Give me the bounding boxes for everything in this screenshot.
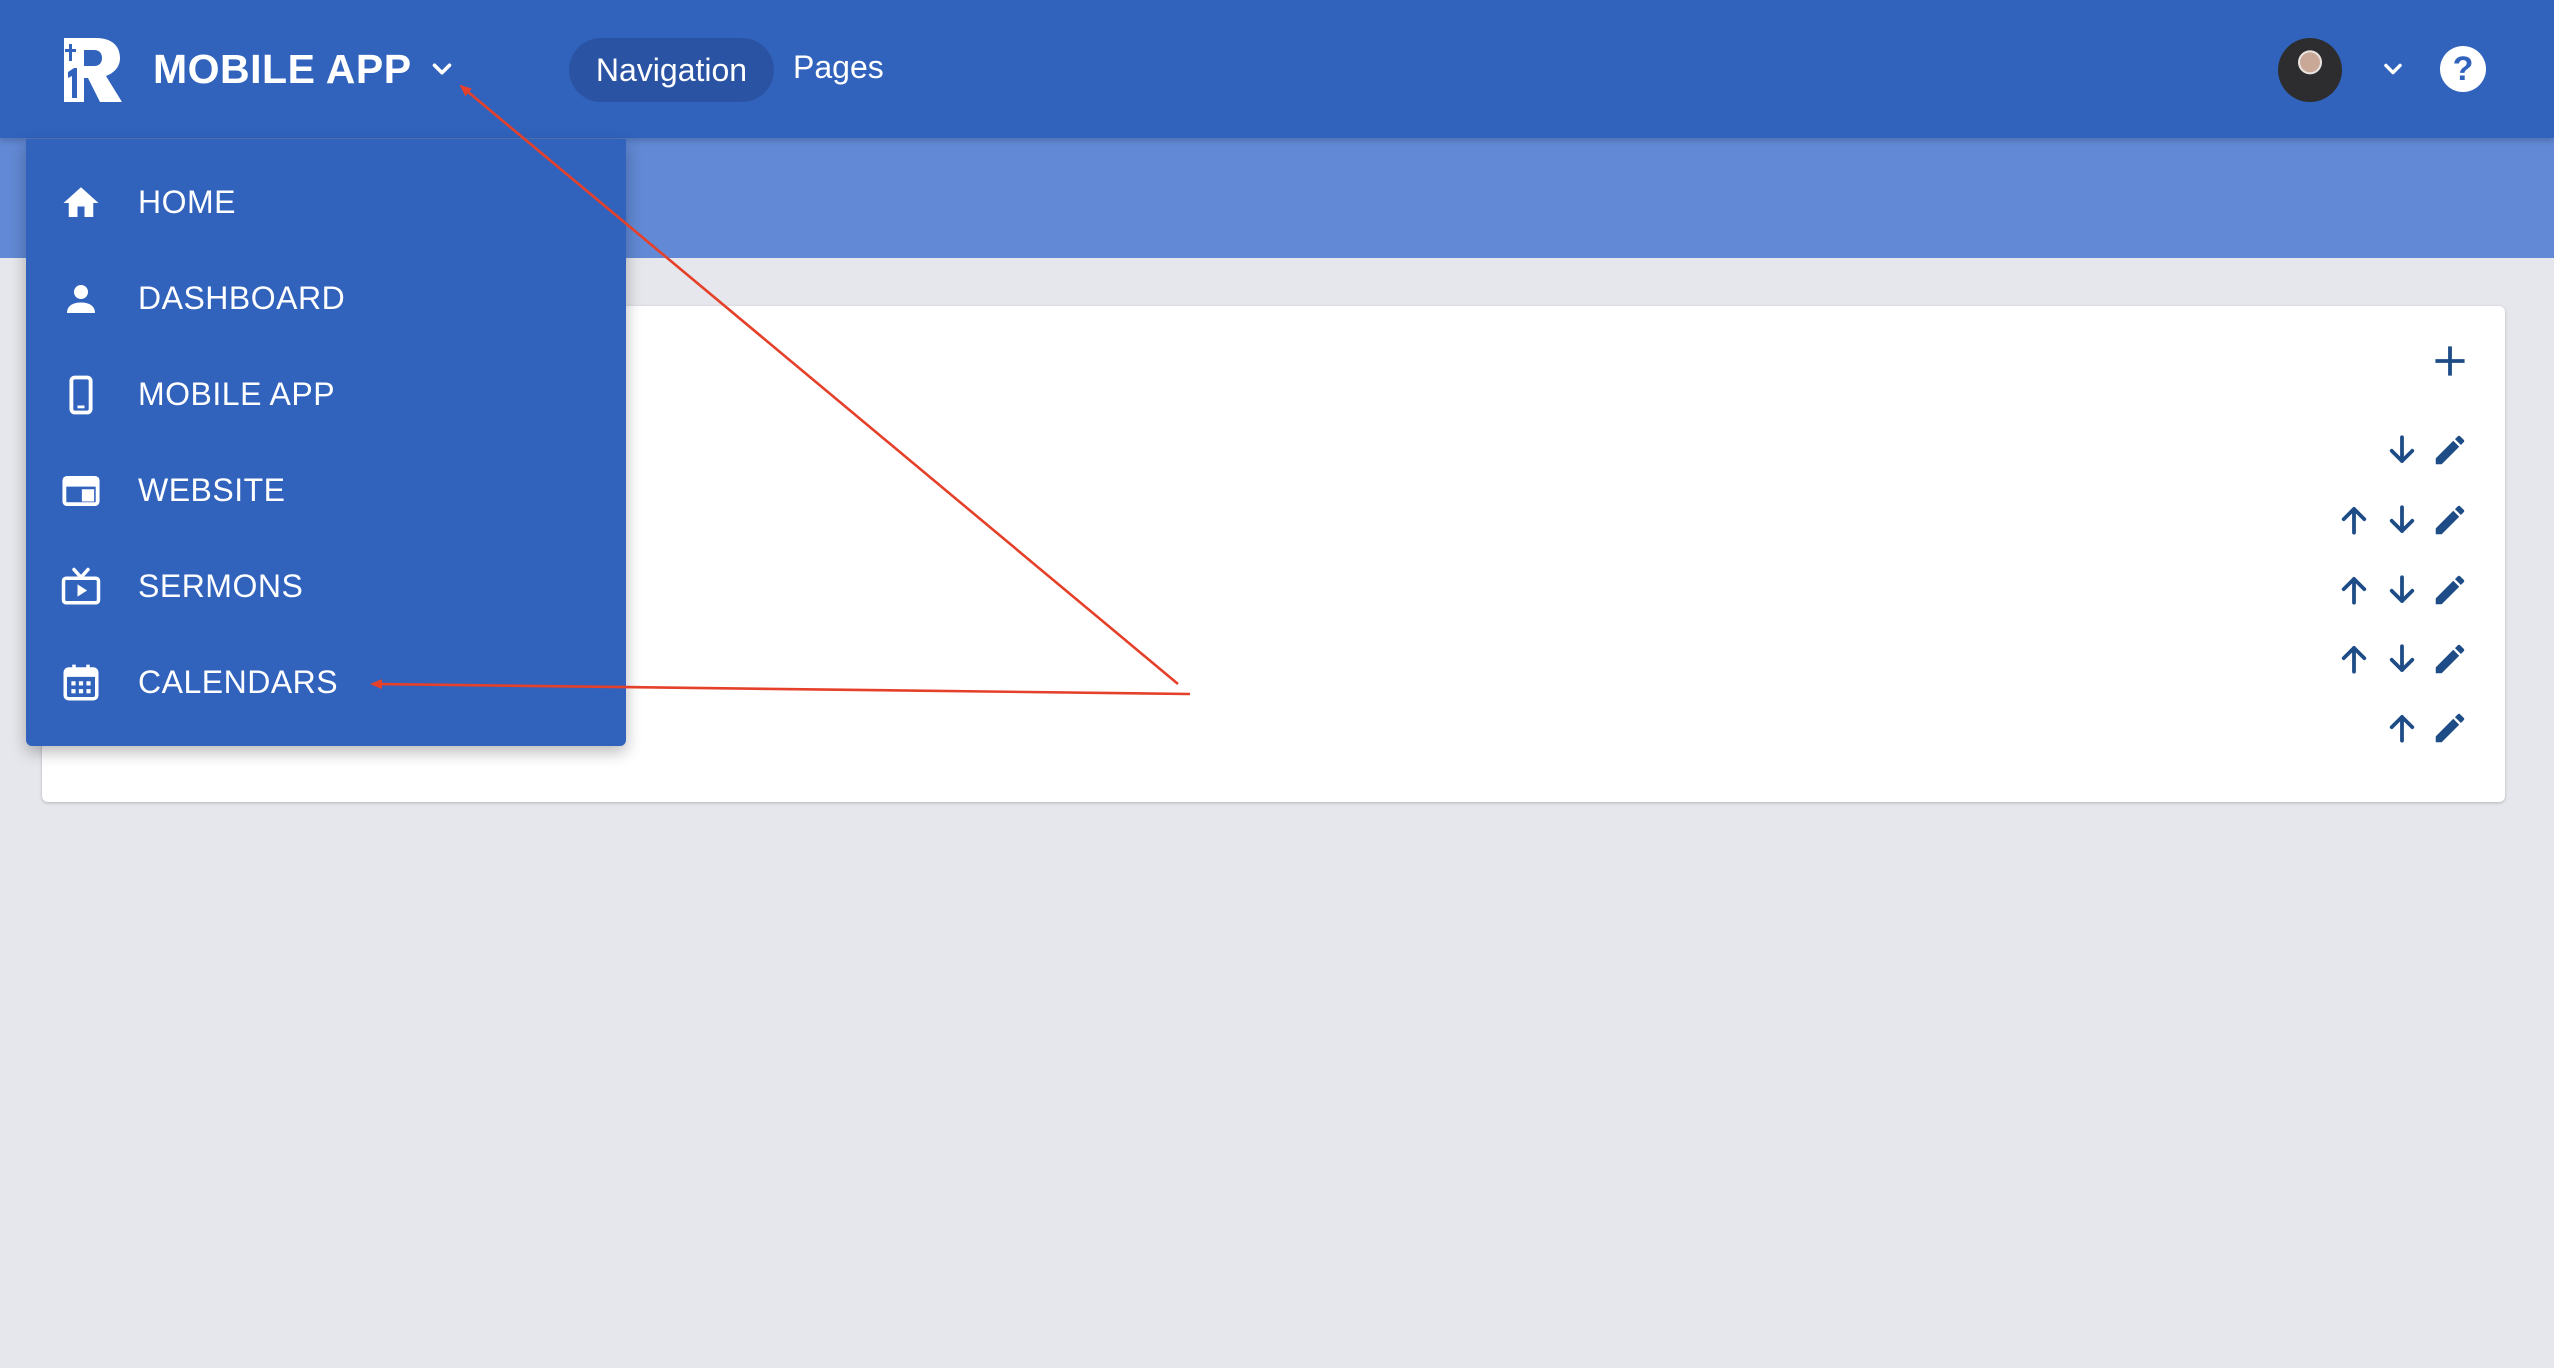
arrow-down-icon[interactable]	[2383, 501, 2421, 539]
menu-item-label: HOME	[138, 184, 236, 220]
person-icon	[67, 285, 95, 313]
avatar[interactable]	[2278, 38, 2342, 102]
church-logo-icon[interactable]	[54, 34, 126, 106]
menu-item-calendars[interactable]: CALENDARS	[26, 634, 626, 730]
menu-item-dashboard[interactable]: DASHBOARD	[26, 250, 626, 346]
app-title[interactable]: MOBILE APP	[153, 44, 412, 94]
tab-pages[interactable]: Pages	[793, 38, 884, 102]
add-icon[interactable]	[2431, 342, 2469, 380]
tab-navigation[interactable]: Navigation	[569, 38, 774, 102]
arrow-up-icon[interactable]	[2335, 501, 2373, 539]
app-root: MOBILE APP Navigation Pages ? HOME DASHB…	[0, 0, 2554, 1368]
edit-pencil-icon[interactable]	[2431, 709, 2469, 747]
edit-pencil-icon[interactable]	[2431, 431, 2469, 469]
menu-item-home[interactable]: HOME	[26, 154, 626, 250]
list-item-actions	[2383, 430, 2469, 470]
arrow-down-icon[interactable]	[2383, 640, 2421, 678]
list-item-actions	[2335, 570, 2469, 610]
menu-item-mobile-app[interactable]: MOBILE APP	[26, 346, 626, 442]
arrow-down-icon[interactable]	[2383, 571, 2421, 609]
app-switcher-menu: HOME DASHBOARD MOBILE APP WEBSITE SERMON…	[26, 139, 626, 746]
menu-item-label: SERMONS	[138, 568, 304, 604]
menu-item-label: MOBILE APP	[138, 376, 336, 412]
list-item-actions	[2383, 708, 2469, 748]
help-icon[interactable]: ?	[2440, 46, 2486, 92]
phone-icon	[69, 375, 93, 415]
menu-item-label: WEBSITE	[138, 472, 286, 508]
edit-pencil-icon[interactable]	[2431, 571, 2469, 609]
arrow-up-icon[interactable]	[2383, 709, 2421, 747]
chevron-down-icon[interactable]	[424, 51, 460, 87]
arrow-down-icon[interactable]	[2383, 431, 2421, 469]
menu-item-label: DASHBOARD	[138, 280, 346, 316]
home-icon	[63, 187, 99, 217]
top-app-bar: MOBILE APP Navigation Pages ?	[0, 0, 2554, 138]
website-icon	[62, 475, 100, 507]
list-item-actions	[2335, 639, 2469, 679]
edit-pencil-icon[interactable]	[2431, 501, 2469, 539]
menu-item-sermons[interactable]: SERMONS	[26, 538, 626, 634]
arrow-up-icon[interactable]	[2335, 640, 2373, 678]
list-item-actions	[2335, 500, 2469, 540]
menu-item-label: CALENDARS	[138, 664, 339, 700]
edit-pencil-icon[interactable]	[2431, 640, 2469, 678]
menu-item-website[interactable]: WEBSITE	[26, 442, 626, 538]
tv-play-icon	[61, 567, 101, 605]
calendar-icon	[63, 664, 99, 701]
arrow-up-icon[interactable]	[2335, 571, 2373, 609]
user-menu-chevron-icon[interactable]	[2376, 52, 2410, 86]
